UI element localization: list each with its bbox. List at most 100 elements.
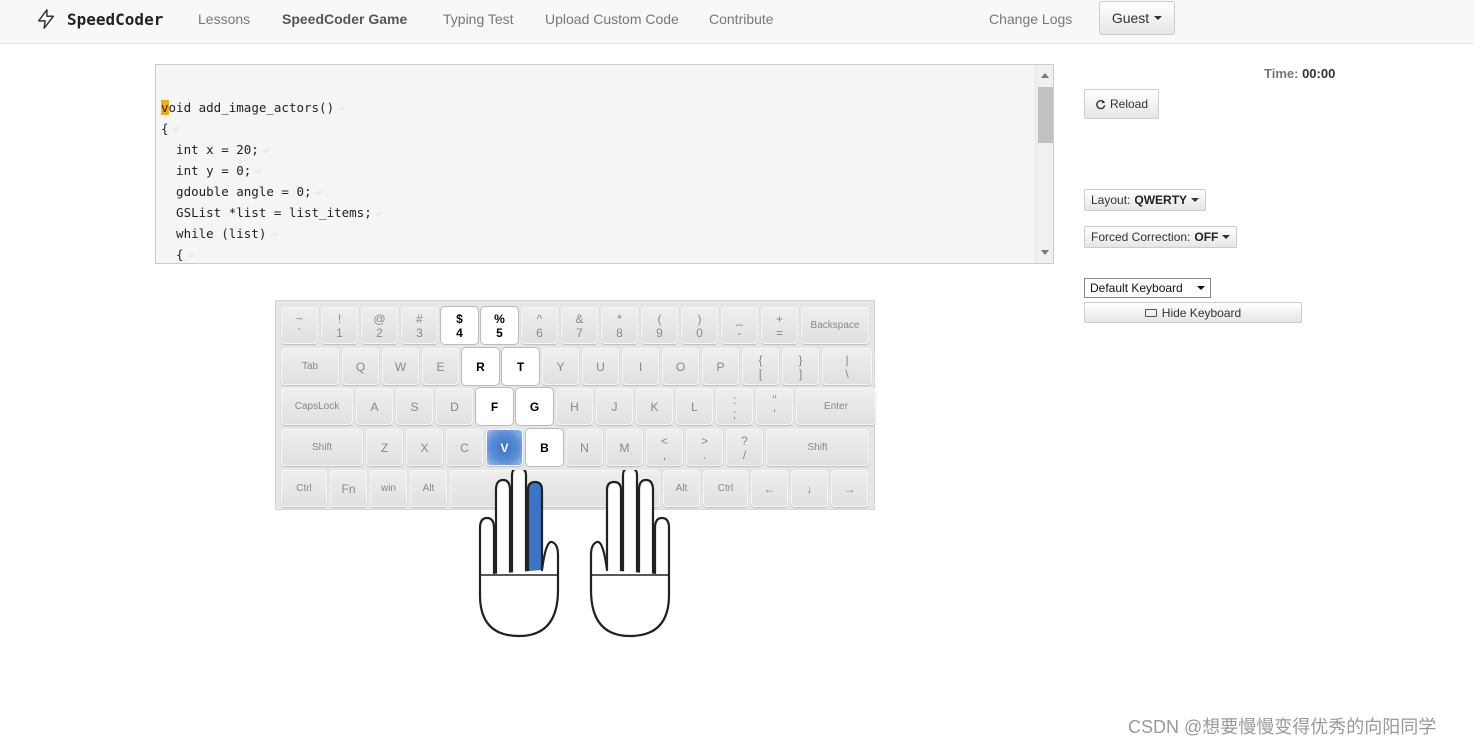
code-line: {⏎ bbox=[161, 118, 382, 139]
nav-contribute[interactable]: Contribute bbox=[709, 11, 774, 27]
key-glyph: ; bbox=[732, 406, 737, 421]
hide-keyboard-label: Hide Keyboard bbox=[1161, 305, 1242, 320]
key-glyph: L bbox=[691, 399, 698, 414]
timer: Time: 00:00 bbox=[1264, 66, 1335, 81]
key-glyph: = bbox=[775, 325, 783, 340]
eol-icon: ⏎ bbox=[255, 167, 262, 178]
reload-button[interactable]: Reload bbox=[1084, 89, 1159, 119]
key-glyph: } bbox=[798, 352, 803, 367]
scroll-up-icon[interactable] bbox=[1041, 73, 1049, 78]
code-line-text: oid add_image_actors() bbox=[168, 100, 335, 115]
key-glyph: U bbox=[596, 359, 605, 374]
code-line-text: GSList *list = list_items; bbox=[161, 205, 372, 220]
key-glyph: ) bbox=[697, 311, 702, 326]
key-glyph: C bbox=[460, 440, 469, 455]
nav-typing-test[interactable]: Typing Test bbox=[443, 11, 514, 27]
key-r: R bbox=[462, 348, 499, 385]
key-glyph: 2 bbox=[376, 325, 383, 340]
key-x: X bbox=[406, 429, 443, 466]
key-u: U bbox=[582, 348, 619, 385]
key-glyph: I bbox=[638, 359, 643, 374]
key-u8594: → bbox=[831, 470, 868, 507]
key-u409: (9 bbox=[641, 307, 678, 344]
reload-label: Reload bbox=[1109, 97, 1149, 111]
key-glyph: D bbox=[450, 399, 459, 414]
key-glyph: \ bbox=[845, 366, 849, 381]
key-glyph: Ctrl bbox=[717, 482, 734, 494]
key-glyph: W bbox=[394, 359, 407, 374]
key-glyph: J bbox=[611, 399, 618, 414]
key-glyph: 4 bbox=[456, 325, 463, 340]
code-line-text: { bbox=[161, 121, 169, 136]
key-t: T bbox=[502, 348, 539, 385]
key-glyph: 1 bbox=[336, 325, 343, 340]
key-glyph: 9 bbox=[656, 325, 663, 340]
key-glyph: ' bbox=[773, 406, 776, 421]
key-glyph: & bbox=[575, 311, 584, 326]
nav-lessons[interactable]: Lessons bbox=[198, 11, 250, 27]
layout-dropdown[interactable]: Layout: QWERTY bbox=[1084, 189, 1207, 211]
eol-icon: ⏎ bbox=[172, 125, 179, 136]
key-glyph: 8 bbox=[616, 325, 623, 340]
key-glyph: V bbox=[500, 440, 509, 455]
key-glyph: | bbox=[845, 352, 849, 367]
navbar: SpeedCoder Lessons SpeedCoder Game Typin… bbox=[0, 0, 1474, 44]
key-u946: ^ 6 bbox=[521, 307, 558, 344]
keyboard-type-value: Default Keyboard bbox=[1090, 281, 1183, 295]
key-glyph: G bbox=[529, 399, 540, 414]
nav-change-logs[interactable]: Change Logs bbox=[989, 11, 1072, 27]
key-enter: Enter bbox=[796, 388, 876, 425]
key-glyph: A bbox=[370, 399, 379, 414]
left-hand bbox=[478, 470, 560, 638]
key-glyph: N bbox=[580, 440, 589, 455]
eol-icon: ⏎ bbox=[187, 251, 194, 262]
forced-correction-dropdown[interactable]: Forced Correction: OFF bbox=[1084, 226, 1238, 248]
layout-value: QWERTY bbox=[1134, 193, 1188, 207]
hide-keyboard-button[interactable]: Hide Keyboard bbox=[1084, 302, 1302, 323]
key-glyph: ← bbox=[763, 481, 776, 496]
key-glyph: : bbox=[732, 392, 737, 407]
key-u364: $4 bbox=[441, 307, 478, 344]
key-glyph: ] bbox=[798, 366, 803, 381]
key-g: G bbox=[516, 388, 553, 425]
key-glyph: R bbox=[476, 359, 485, 374]
nav-upload-custom-code[interactable]: Upload Custom Code bbox=[545, 11, 679, 27]
key-u428: * 8 bbox=[601, 307, 638, 344]
key-tab: Tab bbox=[281, 348, 339, 385]
code-scrollbar[interactable] bbox=[1035, 65, 1053, 263]
code-line-text: { bbox=[161, 247, 184, 262]
key-j: J bbox=[596, 388, 633, 425]
key-u642: @2 bbox=[361, 307, 398, 344]
key-glyph: P bbox=[716, 359, 725, 374]
key-glyph: ` bbox=[297, 325, 302, 340]
code-editor[interactable]: void add_image_actors() ⏎ {⏎ int x = 20; ⏎… bbox=[155, 64, 1054, 264]
user-menu-button[interactable]: Guest bbox=[1099, 1, 1175, 35]
key-glyph: ↓ bbox=[806, 481, 813, 496]
key-l: L bbox=[676, 388, 713, 425]
key-glyph: Backspace bbox=[810, 319, 860, 331]
key-glyph: Enter bbox=[824, 400, 848, 412]
key-glyph: + bbox=[775, 311, 783, 326]
key-u34u39: " ' bbox=[756, 388, 793, 425]
key-c: C bbox=[446, 429, 483, 466]
key-glyph: ? bbox=[741, 433, 748, 448]
key-backspace: Backspace bbox=[801, 307, 869, 344]
correction-value: OFF bbox=[1194, 230, 1219, 244]
key-u63u47: ? / bbox=[726, 429, 763, 466]
brand[interactable]: SpeedCoder bbox=[35, 8, 163, 30]
key-glyph: ~ bbox=[295, 311, 303, 326]
keyboard-type-select[interactable]: Default Keyboard bbox=[1084, 278, 1211, 298]
key-glyph: < bbox=[660, 433, 668, 448]
nav-speedcoder-game[interactable]: SpeedCoder Game bbox=[282, 11, 407, 27]
select-arrow-icon bbox=[1197, 286, 1205, 290]
scroll-down-icon[interactable] bbox=[1041, 250, 1049, 255]
code-line: int x = 20; ⏎ bbox=[161, 139, 382, 160]
key-glyph: . bbox=[702, 447, 707, 462]
key-glyph: Ctrl bbox=[296, 482, 312, 494]
key-d: D bbox=[436, 388, 473, 425]
key-u125u93: }] bbox=[782, 348, 819, 385]
scroll-thumb[interactable] bbox=[1038, 87, 1053, 143]
key-glyph: 0 bbox=[696, 325, 703, 340]
key-glyph: 5 bbox=[496, 325, 503, 340]
key-glyph: " bbox=[772, 392, 777, 407]
